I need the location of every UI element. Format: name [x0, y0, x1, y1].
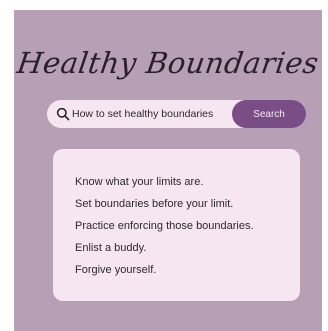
list-item: Know what your limits are. — [75, 176, 204, 188]
search-input[interactable] — [72, 100, 232, 128]
page-title: Healthy Boundaries — [15, 46, 321, 80]
tips-card: Know what your limits are. Set boundarie… — [53, 149, 300, 301]
search-button[interactable]: Search — [232, 100, 306, 128]
page-background: Healthy Boundaries Search Know what your… — [14, 10, 322, 331]
search-icon — [56, 107, 70, 121]
list-item: Practice enforcing those boundaries. — [75, 220, 254, 232]
search-bar: Search — [47, 100, 306, 128]
list-item: Forgive yourself. — [75, 264, 157, 276]
list-item: Set boundaries before your limit. — [75, 198, 234, 210]
list-item: Enlist a buddy. — [75, 242, 147, 254]
tips-list: Know what your limits are. Set boundarie… — [75, 171, 254, 281]
